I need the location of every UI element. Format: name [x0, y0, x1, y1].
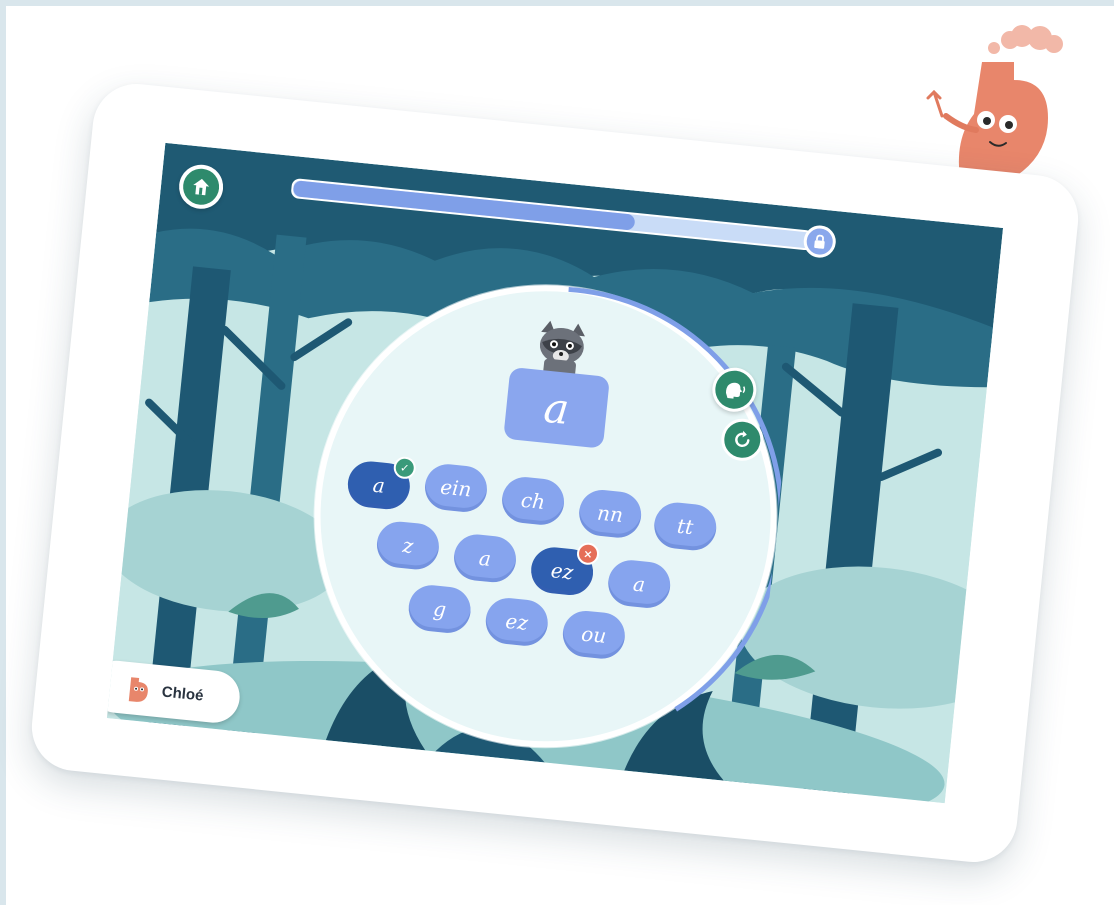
frame-edge-left: [0, 0, 6, 905]
prompt-card: a: [503, 366, 610, 449]
choice-label: a: [632, 571, 647, 597]
avatar: [128, 677, 148, 702]
choice-label: z: [401, 533, 415, 558]
home-icon: [181, 167, 221, 207]
exercise-disc: a a ✓ ein ch nn tt z a ez × a g ez ou: [292, 263, 799, 770]
choice-label: ou: [580, 621, 608, 648]
frame-edge-top: [0, 0, 1114, 6]
choice-label: a: [371, 472, 387, 498]
choice-label: ch: [519, 487, 547, 515]
choice-label: ein: [439, 474, 473, 502]
player-name: Chloé: [161, 682, 205, 705]
choice-label: tt: [676, 513, 695, 540]
speaker-head-icon: [713, 368, 756, 411]
tablet-device: a a ✓ ein ch nn tt z a ez × a g ez ou Ch…: [27, 79, 1083, 867]
choice-label: ez: [504, 608, 530, 635]
choice-label: nn: [596, 500, 625, 528]
replay-icon: [735, 430, 750, 447]
game-screen: a a ✓ ein ch nn tt z a ez × a g ez ou Ch…: [106, 142, 1004, 804]
choice-label: ez: [549, 558, 575, 585]
choice-label: a: [477, 545, 493, 571]
choice-label: g: [432, 596, 448, 622]
